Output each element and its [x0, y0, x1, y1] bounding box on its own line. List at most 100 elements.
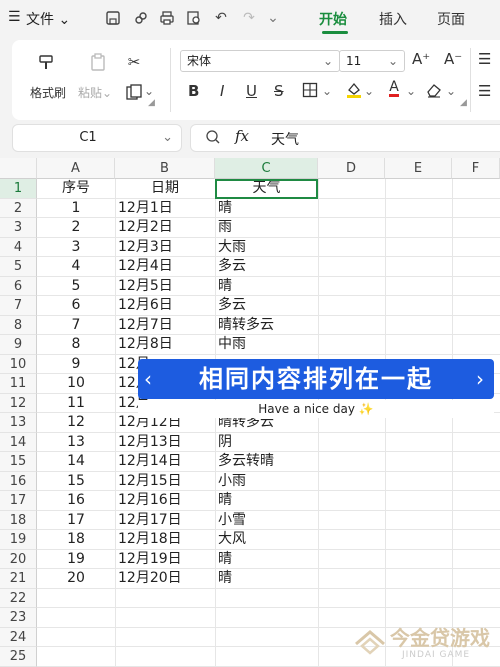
row-header-12[interactable]: 12	[0, 393, 37, 413]
column-header-d[interactable]: D	[318, 158, 385, 179]
paste-icon[interactable]	[88, 52, 108, 72]
print-icon[interactable]	[158, 9, 176, 27]
row-header-6[interactable]: 6	[0, 276, 37, 296]
data-cell[interactable]: 15	[37, 472, 115, 492]
tab-page[interactable]: 页面	[437, 9, 465, 29]
data-cell[interactable]: 晴	[218, 491, 318, 511]
zoom-formula-icon[interactable]	[205, 129, 221, 149]
data-cell[interactable]: 12月1日	[118, 199, 215, 219]
italic-button[interactable]: I	[220, 82, 224, 100]
name-box[interactable]: C1 ⌄	[12, 124, 182, 152]
data-cell[interactable]: 12月4日	[118, 257, 215, 277]
format-painter-label[interactable]: 格式刷	[30, 84, 66, 101]
menu-icon[interactable]: ☰	[8, 9, 21, 25]
redo-icon[interactable]: ↷	[240, 9, 258, 27]
row-header-18[interactable]: 18	[0, 510, 37, 530]
undo-icon[interactable]: ↶	[212, 9, 230, 27]
font-color-dropdown-icon[interactable]: ⌄	[406, 84, 416, 98]
data-cell[interactable]: 4	[37, 257, 115, 277]
font-name-dropdown-icon[interactable]: ⌄	[323, 51, 333, 71]
data-cell[interactable]: 3	[37, 238, 115, 258]
font-color-icon[interactable]: A	[384, 78, 404, 98]
data-cell[interactable]: 6	[37, 296, 115, 316]
data-cell[interactable]: 12月5日	[118, 277, 215, 297]
font-size-select[interactable]: 11 ⌄	[339, 50, 405, 72]
column-header-b[interactable]: B	[115, 158, 215, 179]
data-cell[interactable]: 5	[37, 277, 115, 297]
row-header-25[interactable]: 25	[0, 647, 37, 667]
strikethrough-button[interactable]: S	[274, 82, 284, 100]
row-header-21[interactable]: 21	[0, 569, 37, 589]
select-all-corner[interactable]	[0, 158, 37, 179]
data-cell[interactable]: 12	[37, 413, 115, 433]
data-cell[interactable]: 1	[37, 199, 115, 219]
header-cell[interactable]: 日期	[115, 179, 215, 199]
row-header-9[interactable]: 9	[0, 335, 37, 355]
underline-button[interactable]: U	[246, 82, 257, 100]
data-cell[interactable]: 大风	[218, 530, 318, 550]
data-cell[interactable]: 雨	[218, 218, 318, 238]
data-cell[interactable]: 12月20日	[118, 569, 215, 589]
data-cell[interactable]: 12月2日	[118, 218, 215, 238]
data-cell[interactable]: 小雨	[218, 472, 318, 492]
data-cell[interactable]: 12月13日	[118, 433, 215, 453]
data-cell[interactable]: 晴	[218, 199, 318, 219]
clear-format-icon[interactable]	[424, 80, 444, 100]
data-cell[interactable]: 12月14日	[118, 452, 215, 472]
data-cell[interactable]: 晴转多云	[218, 316, 318, 336]
row-header-22[interactable]: 22	[0, 588, 37, 608]
tab-insert[interactable]: 插入	[379, 9, 407, 29]
row-header-23[interactable]: 23	[0, 608, 37, 628]
font-name-select[interactable]: 宋体 ⌄	[180, 50, 340, 72]
fill-color-icon[interactable]	[344, 80, 364, 100]
font-expand-icon[interactable]: ◢	[460, 98, 467, 108]
data-cell[interactable]: 12月7日	[118, 316, 215, 336]
format-painter-icon[interactable]	[36, 52, 56, 72]
data-cell[interactable]: 晴	[218, 569, 318, 589]
row-header-10[interactable]: 10	[0, 354, 37, 374]
copy-icon[interactable]	[124, 82, 144, 102]
row-header-11[interactable]: 11	[0, 374, 37, 394]
row-header-17[interactable]: 17	[0, 491, 37, 511]
row-header-4[interactable]: 4	[0, 237, 37, 257]
row-header-15[interactable]: 15	[0, 452, 37, 472]
data-cell[interactable]: 多云转晴	[218, 452, 318, 472]
data-cell[interactable]: 12月8日	[118, 335, 215, 355]
data-cell[interactable]: 大雨	[218, 238, 318, 258]
file-menu[interactable]: 文件 ⌄	[26, 9, 70, 29]
data-cell[interactable]: 9	[37, 355, 115, 375]
row-header-14[interactable]: 14	[0, 432, 37, 452]
clipboard-expand-icon[interactable]: ◢	[148, 98, 155, 108]
data-cell[interactable]: 8	[37, 335, 115, 355]
row-header-5[interactable]: 5	[0, 257, 37, 277]
row-header-3[interactable]: 3	[0, 218, 37, 238]
borders-icon[interactable]	[300, 80, 320, 100]
data-cell[interactable]: 晴	[218, 277, 318, 297]
data-cell[interactable]: 13	[37, 433, 115, 453]
row-header-20[interactable]: 20	[0, 549, 37, 569]
tab-home[interactable]: 开始	[319, 9, 347, 29]
data-cell[interactable]: 晴	[218, 550, 318, 570]
column-header-f[interactable]: F	[452, 158, 500, 179]
data-cell[interactable]: 20	[37, 569, 115, 589]
data-cell[interactable]: 12月17日	[118, 511, 215, 531]
row-header-16[interactable]: 16	[0, 471, 37, 491]
data-cell[interactable]: 16	[37, 491, 115, 511]
data-cell[interactable]: 11	[37, 394, 115, 414]
data-cell[interactable]: 17	[37, 511, 115, 531]
data-cell[interactable]: 12月3日	[118, 238, 215, 258]
column-header-a[interactable]: A	[37, 158, 115, 179]
data-cell[interactable]: 18	[37, 530, 115, 550]
data-cell[interactable]: 10	[37, 374, 115, 394]
data-cell[interactable]: 多云	[218, 296, 318, 316]
data-cell[interactable]: 12月18日	[118, 530, 215, 550]
share-icon[interactable]	[132, 9, 150, 27]
font-size-dropdown-icon[interactable]: ⌄	[388, 51, 398, 71]
row-header-2[interactable]: 2	[0, 198, 37, 218]
copy-dropdown-icon[interactable]: ⌄	[144, 84, 154, 98]
clear-format-dropdown-icon[interactable]: ⌄	[446, 84, 456, 98]
column-header-e[interactable]: E	[385, 158, 452, 179]
increase-font-size-button[interactable]: A⁺	[412, 50, 430, 68]
data-cell[interactable]: 中雨	[218, 335, 318, 355]
row-header-1[interactable]: 1	[0, 179, 37, 199]
